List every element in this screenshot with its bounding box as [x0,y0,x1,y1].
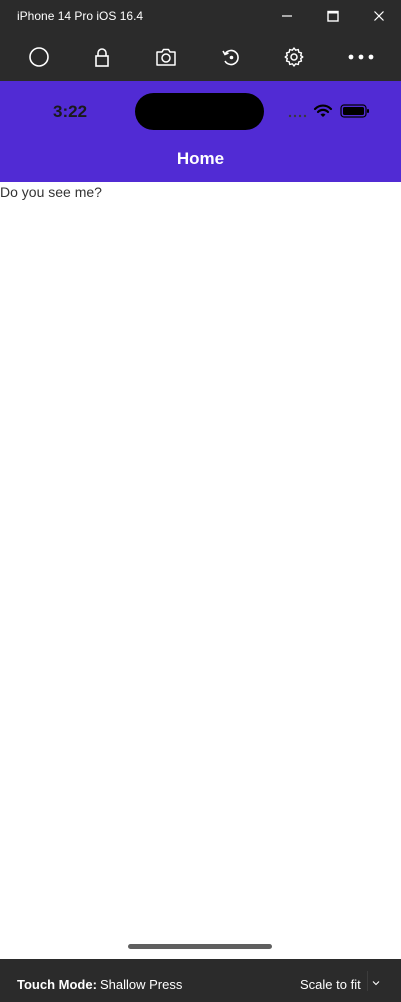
rotate-icon [222,49,239,66]
more-ellipsis-icon [348,54,374,60]
dynamic-island [135,93,264,130]
maximize-button[interactable] [310,0,356,32]
simulator-toolbar [0,32,401,81]
device-screen: 3:22 Home Do you see me? [0,81,401,959]
window-titlebar: iPhone 14 Pro iOS 16.4 [0,0,401,32]
settings-button[interactable] [279,42,309,72]
scale-dropdown-button[interactable] [368,973,384,993]
lock-button[interactable] [87,42,117,72]
more-button[interactable] [345,42,377,72]
minimize-button[interactable] [264,0,310,32]
status-time: 3:22 [53,102,88,121]
status-icons [288,104,369,118]
close-icon [374,11,384,21]
content-label: Do you see me? [0,184,102,200]
rotate-button[interactable] [216,42,246,72]
home-circle-icon [29,47,49,67]
wifi-icon [313,104,333,117]
scale-to-fit-label[interactable]: Scale to fit [300,977,361,992]
minimize-icon [282,15,292,17]
maximize-icon [327,10,339,22]
window-title: iPhone 14 Pro iOS 16.4 [17,9,144,23]
touch-mode-label: Touch Mode: [17,977,97,992]
home-indicator[interactable] [128,944,272,949]
screenshot-camera-icon [156,48,176,66]
close-button[interactable] [356,0,401,32]
bottom-bar: Touch Mode: Shallow Press Scale to fit [0,959,401,1002]
home-button[interactable] [24,42,54,72]
touch-mode-value[interactable]: Shallow Press [100,977,182,992]
battery-icon [340,104,369,118]
signal-dots-icon [288,114,307,118]
app-header: 3:22 Home [0,81,401,182]
chevron-down-icon [372,981,380,986]
settings-gear-icon [284,47,304,67]
lock-icon [95,48,109,67]
screenshot-button[interactable] [151,42,181,72]
page-title: Home [176,149,225,168]
